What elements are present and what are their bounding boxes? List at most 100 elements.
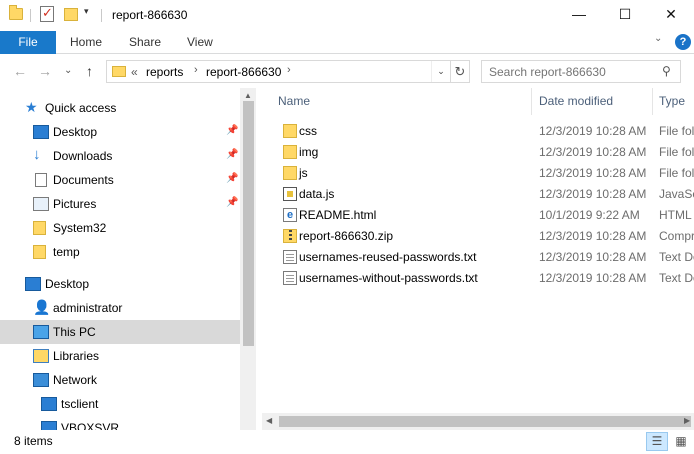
file-date: 12/3/2019 10:28 AM bbox=[539, 166, 647, 180]
scroll-up-icon[interactable]: ▲ bbox=[244, 91, 252, 100]
forward-button[interactable]: → bbox=[38, 63, 52, 79]
computer-icon bbox=[33, 325, 49, 339]
file-name: data.js bbox=[299, 187, 335, 201]
close-button[interactable]: ✕ bbox=[648, 0, 694, 29]
sidebar-item-downloads[interactable]: ↓ Downloads 📌 bbox=[0, 144, 240, 168]
navigation-pane: ★ Quick access Desktop 📌 ↓ Downloads 📌 D… bbox=[0, 88, 256, 430]
zip-file-icon bbox=[283, 229, 297, 243]
star-icon: ★ bbox=[25, 99, 38, 115]
folder-icon bbox=[283, 145, 297, 159]
breadcrumb-reports[interactable]: reports bbox=[146, 65, 183, 79]
sidebar-item-this-pc[interactable]: This PC bbox=[0, 320, 240, 344]
minimize-button[interactable]: — bbox=[556, 0, 602, 29]
file-type: HTML bbox=[659, 208, 692, 222]
file-name: report-866630.zip bbox=[299, 229, 394, 243]
up-button[interactable]: ↑ bbox=[86, 63, 93, 79]
column-header-name[interactable]: Name bbox=[278, 88, 310, 115]
sidebar-item-desktop-root[interactable]: Desktop bbox=[0, 272, 240, 296]
scroll-left-icon[interactable]: ◀ bbox=[266, 416, 272, 425]
horizontal-scrollbar[interactable]: ◀ ▶ bbox=[262, 413, 694, 430]
sidebar-item-quick-access[interactable]: ★ Quick access bbox=[0, 96, 240, 120]
sidebar-item-label: This PC bbox=[53, 325, 96, 339]
sidebar-item-label: tsclient bbox=[61, 397, 99, 411]
table-row[interactable]: e README.html 10/1/2019 9:22 AM HTML bbox=[262, 205, 694, 226]
back-button[interactable]: ← bbox=[13, 63, 27, 79]
folder-icon[interactable] bbox=[9, 5, 23, 20]
sidebar-item-pictures[interactable]: Pictures 📌 bbox=[0, 192, 240, 216]
expand-ribbon-icon[interactable]: ⌄ bbox=[654, 33, 662, 44]
sidebar-scrollbar[interactable]: ▲ bbox=[240, 88, 256, 430]
table-row[interactable]: usernames-reused-passwords.txt 12/3/2019… bbox=[262, 247, 694, 268]
tab-home[interactable]: Home bbox=[70, 31, 102, 54]
large-icons-view-button[interactable]: ▦ bbox=[670, 432, 692, 451]
column-divider[interactable] bbox=[531, 88, 532, 115]
file-list: Name ^ Date modified Type css 12/3/2019 … bbox=[262, 88, 694, 430]
help-icon[interactable]: ? bbox=[675, 34, 691, 50]
pin-icon[interactable]: 📌 bbox=[226, 149, 238, 160]
recent-locations-button[interactable]: ⌄ bbox=[64, 65, 72, 76]
sidebar-scroll-thumb[interactable] bbox=[243, 101, 254, 346]
customize-toolbar-dropdown[interactable]: ▾ bbox=[84, 6, 89, 17]
tab-share[interactable]: Share bbox=[129, 31, 161, 54]
sidebar-item-libraries[interactable]: Libraries bbox=[0, 344, 240, 368]
search-icon[interactable]: ⚲ bbox=[662, 64, 671, 78]
sidebar-item-tsclient[interactable]: tsclient bbox=[0, 392, 240, 416]
html-file-icon: e bbox=[283, 208, 297, 222]
details-view-button[interactable]: ☰ bbox=[646, 432, 668, 451]
table-row[interactable]: img 12/3/2019 10:28 AM File fol bbox=[262, 142, 694, 163]
file-type: File fol bbox=[659, 145, 694, 159]
file-type: File fol bbox=[659, 166, 694, 180]
status-bar: 8 items ☰ ▦ bbox=[0, 430, 694, 454]
sidebar-item-administrator[interactable]: 👤 administrator bbox=[0, 296, 240, 320]
column-header-type[interactable]: Type bbox=[659, 88, 685, 115]
sidebar-item-desktop[interactable]: Desktop 📌 bbox=[0, 120, 240, 144]
table-row[interactable]: css 12/3/2019 10:28 AM File fol bbox=[262, 121, 694, 142]
js-file-icon bbox=[283, 187, 297, 201]
search-input[interactable] bbox=[482, 61, 657, 82]
folder-icon bbox=[283, 124, 297, 138]
breadcrumb-report-866630[interactable]: report-866630 bbox=[206, 65, 281, 79]
pin-icon[interactable]: 📌 bbox=[226, 197, 238, 208]
horizontal-scroll-thumb[interactable] bbox=[279, 416, 691, 427]
pin-icon[interactable]: 📌 bbox=[226, 173, 238, 184]
refresh-button[interactable]: ↻ bbox=[450, 61, 469, 82]
user-icon: 👤 bbox=[33, 299, 51, 315]
documents-icon bbox=[35, 173, 47, 187]
item-count: 8 items bbox=[14, 434, 53, 448]
search-box[interactable]: ⚲ bbox=[481, 60, 681, 83]
chevron-right-icon[interactable]: › bbox=[287, 64, 291, 76]
file-date: 12/3/2019 10:28 AM bbox=[539, 187, 647, 201]
sidebar-item-system32[interactable]: System32 bbox=[0, 216, 240, 240]
tab-file[interactable]: File bbox=[0, 31, 56, 54]
folder-icon bbox=[283, 166, 297, 180]
libraries-icon bbox=[33, 349, 49, 363]
sidebar-item-label: Libraries bbox=[53, 349, 100, 363]
sidebar-item-temp[interactable]: temp bbox=[0, 240, 240, 264]
properties-icon[interactable] bbox=[40, 5, 54, 22]
address-dropdown-button[interactable]: ⌄ bbox=[431, 61, 450, 82]
new-folder-icon[interactable] bbox=[64, 8, 78, 21]
table-row[interactable]: report-866630.zip 12/3/2019 10:28 AM Com… bbox=[262, 226, 694, 247]
chevron-right-icon[interactable]: › bbox=[194, 64, 198, 76]
sidebar-item-label: administrator bbox=[53, 301, 123, 315]
file-date: 12/3/2019 10:28 AM bbox=[539, 229, 647, 243]
sidebar-item-vboxsvr[interactable]: VBOXSVR bbox=[0, 416, 240, 430]
file-date: 10/1/2019 9:22 AM bbox=[539, 208, 640, 222]
column-header-date-modified[interactable]: Date modified bbox=[539, 88, 613, 115]
scroll-right-icon[interactable]: ▶ bbox=[684, 416, 690, 425]
table-row[interactable]: js 12/3/2019 10:28 AM File fol bbox=[262, 163, 694, 184]
maximize-button[interactable]: ☐ bbox=[602, 0, 648, 29]
sidebar-item-documents[interactable]: Documents 📌 bbox=[0, 168, 240, 192]
tab-view[interactable]: View bbox=[187, 31, 213, 54]
text-file-icon bbox=[283, 250, 297, 264]
file-name: js bbox=[299, 166, 308, 180]
pin-icon[interactable]: 📌 bbox=[226, 125, 238, 136]
file-type: JavaSc bbox=[659, 187, 694, 201]
address-overflow[interactable]: « bbox=[131, 65, 138, 79]
address-bar[interactable]: « reports › report-866630 › ⌄ ↻ bbox=[106, 60, 470, 83]
table-row[interactable]: usernames-without-passwords.txt 12/3/201… bbox=[262, 268, 694, 289]
sidebar-item-network[interactable]: Network bbox=[0, 368, 240, 392]
sidebar-item-label: System32 bbox=[53, 221, 107, 235]
table-row[interactable]: data.js 12/3/2019 10:28 AM JavaSc bbox=[262, 184, 694, 205]
column-divider[interactable] bbox=[652, 88, 653, 115]
